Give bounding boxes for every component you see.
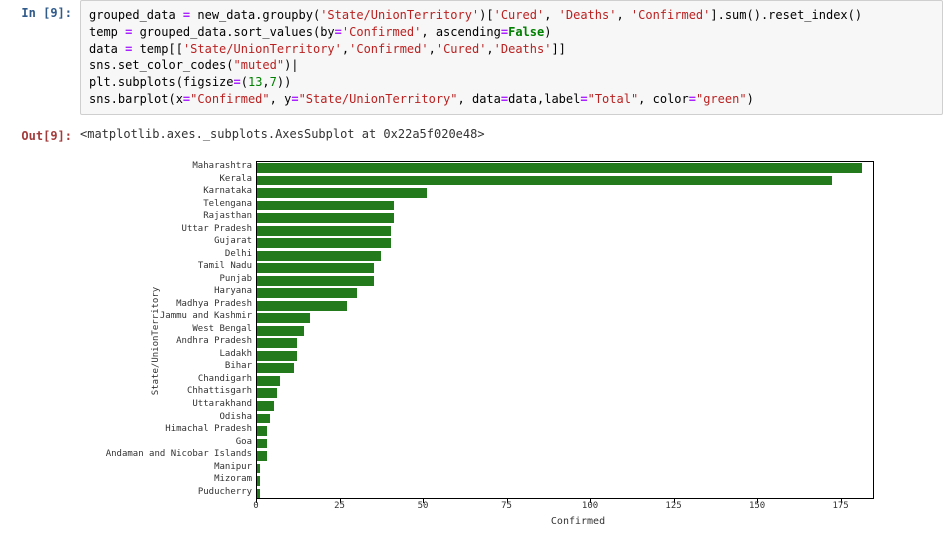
y-tick-label: Uttarakhand [192, 400, 252, 409]
bar [257, 363, 294, 373]
bar [257, 276, 374, 286]
y-tick-label: Mizoram [214, 475, 252, 484]
y-tick-label: Bihar [225, 362, 252, 371]
output-cell: Out[9]: <matplotlib.axes._subplots.AxesS… [0, 123, 943, 143]
plot-box [256, 161, 874, 499]
y-tick-label: Madhya Pradesh [176, 300, 252, 309]
y-tick-label: Rajasthan [203, 212, 252, 221]
y-tick-label: Jammu and Kashmir [160, 312, 252, 321]
y-tick-label: Maharashtra [192, 162, 252, 171]
y-tick-label: Ladakh [219, 350, 252, 359]
y-tick-label: Chhattisgarh [187, 387, 252, 396]
code-line: temp = grouped_data.sort_values(by='Conf… [89, 24, 934, 41]
bar [257, 201, 394, 211]
bar [257, 226, 391, 236]
y-tick-label: Delhi [225, 250, 252, 259]
code-line: grouped_data = new_data.groupby('State/U… [89, 7, 934, 24]
code-line: plt.subplots(figsize=(13,7)) [89, 74, 934, 91]
y-tick-label: Goa [236, 438, 252, 447]
bar [257, 326, 304, 336]
y-tick-label: Telengana [203, 200, 252, 209]
code-line: sns.set_color_codes("muted")| [89, 57, 934, 74]
chart-output: State/UnionTerritory Confirmed Maharasht… [80, 151, 900, 531]
y-tick-label: Himachal Pradesh [165, 425, 252, 434]
bar [257, 163, 862, 173]
x-tick-label: 100 [582, 501, 598, 511]
y-tick-label: Puducherry [198, 488, 252, 497]
bar [257, 188, 427, 198]
input-cell: In [9]: grouped_data = new_data.groupby(… [0, 0, 943, 115]
bar [257, 401, 274, 411]
bar [257, 301, 347, 311]
y-tick-label: Gujarat [214, 237, 252, 246]
x-tick-label: 125 [665, 501, 681, 511]
y-tick-label: Uttar Pradesh [182, 225, 252, 234]
bar [257, 388, 277, 398]
output-text: <matplotlib.axes._subplots.AxesSubplot a… [80, 123, 943, 143]
x-axis-label: Confirmed [551, 516, 605, 527]
y-axis-label: State/UnionTerritory [151, 287, 161, 395]
bar [257, 213, 394, 223]
x-tick-label: 150 [749, 501, 765, 511]
y-tick-label: Haryana [214, 287, 252, 296]
bar [257, 288, 357, 298]
y-tick-label: West Bengal [192, 325, 252, 334]
bar [257, 263, 374, 273]
bar [257, 464, 260, 474]
y-tick-label: Tamil Nadu [198, 262, 252, 271]
bar [257, 238, 391, 248]
bar [257, 338, 297, 348]
y-tick-label: Punjab [219, 275, 252, 284]
out-prompt-label: Out[9]: [21, 129, 72, 143]
y-tick-label: Chandigarh [198, 375, 252, 384]
bar [257, 376, 280, 386]
bar [257, 476, 260, 486]
x-tick-label: 0 [253, 501, 258, 511]
bar [257, 313, 310, 323]
code-line: data = temp[['State/UnionTerritory','Con… [89, 41, 934, 58]
x-tick-label: 75 [501, 501, 512, 511]
bar [257, 351, 297, 361]
in-prompt-label: In [9]: [21, 6, 72, 20]
code-line: sns.barplot(x="Confirmed", y="State/Unio… [89, 91, 934, 108]
code-input[interactable]: grouped_data = new_data.groupby('State/U… [80, 0, 943, 115]
x-tick-label: 175 [832, 501, 848, 511]
x-tick-label: 25 [334, 501, 345, 511]
bar [257, 251, 381, 261]
y-tick-label: Andhra Pradesh [176, 337, 252, 346]
bar [257, 489, 260, 499]
y-tick-label: Odisha [219, 413, 252, 422]
in-prompt: In [9]: [0, 0, 80, 115]
y-tick-label: Manipur [214, 463, 252, 472]
y-tick-label: Andaman and Nicobar Islands [106, 450, 252, 459]
bar [257, 426, 267, 436]
x-tick-label: 50 [418, 501, 429, 511]
y-tick-label: Karnataka [203, 187, 252, 196]
bar [257, 451, 267, 461]
bar [257, 414, 270, 424]
y-tick-label: Kerala [219, 175, 252, 184]
out-prompt: Out[9]: [0, 123, 80, 143]
bar [257, 176, 832, 186]
bar [257, 439, 267, 449]
